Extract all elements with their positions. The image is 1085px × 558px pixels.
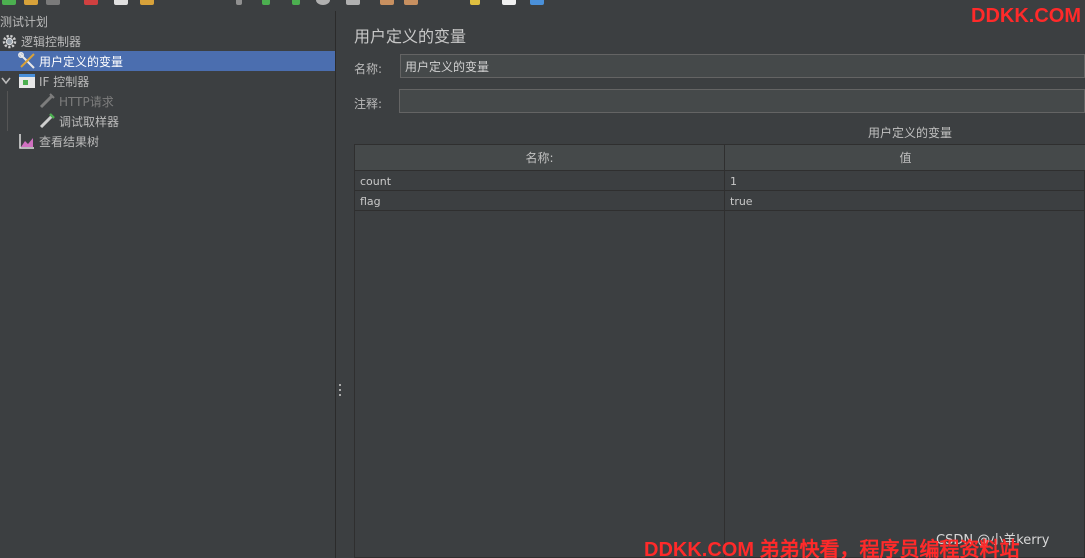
tree-item-debug-sampler[interactable]: 调试取样器	[0, 111, 335, 131]
gear-icon	[0, 32, 18, 50]
test-plan-tree: 测试计划 逻辑控制器 用户定义的变量 IF 控制器 HTTP请求 调试取样器 查…	[0, 11, 335, 558]
column-header-value[interactable]: 值	[725, 145, 1085, 170]
name-field[interactable]: 用户定义的变量	[400, 54, 1085, 78]
stop-icon[interactable]	[316, 0, 330, 5]
table-row[interactable]: flag true	[355, 191, 1085, 211]
shutdown-icon[interactable]	[346, 0, 360, 5]
element-config-panel: 用户定义的变量 名称: 用户定义的变量 注释: 用户定义的变量 名称: 值 co…	[344, 11, 1085, 558]
tree-item-label: 查看结果树	[39, 134, 100, 149]
table-header: 名称: 值	[355, 145, 1085, 171]
chart-icon	[18, 132, 36, 150]
variable-value-cell[interactable]: true	[730, 191, 753, 211]
start-no-pause-icon[interactable]	[292, 0, 300, 5]
help-icon[interactable]	[530, 0, 544, 5]
if-controller-icon	[18, 72, 36, 90]
tree-item-label: 调试取样器	[59, 114, 120, 129]
jmeter-window: 测试计划 逻辑控制器 用户定义的变量 IF 控制器 HTTP请求 调试取样器 查…	[0, 0, 1085, 558]
tree-item-user-defined-variables[interactable]: 用户定义的变量	[0, 51, 335, 71]
column-header-name[interactable]: 名称:	[355, 145, 724, 170]
tree-item-test-plan[interactable]: 测试计划	[0, 11, 335, 31]
tree-item-view-results-tree[interactable]: 查看结果树	[0, 131, 335, 151]
clear-all-icon[interactable]	[404, 0, 418, 5]
toggle-icon[interactable]	[236, 0, 242, 5]
page-title: 用户定义的变量	[354, 27, 467, 46]
function-icon[interactable]	[502, 0, 516, 5]
table-row[interactable]: count 1	[355, 171, 1085, 191]
clear-icon[interactable]	[380, 0, 394, 5]
pipette-icon	[38, 112, 56, 130]
chevron-down-icon[interactable]	[1, 74, 11, 88]
variable-value-cell[interactable]: 1	[730, 171, 737, 191]
variables-table: 名称: 值 count 1 flag true	[354, 144, 1085, 558]
wrench-icon	[18, 52, 36, 70]
comment-field[interactable]	[399, 89, 1085, 113]
name-label: 名称:	[354, 62, 383, 76]
tree-item-label: 测试计划	[0, 14, 49, 29]
watermark-top: DDKK.COM	[971, 5, 1081, 27]
tree-item-label: HTTP请求	[59, 94, 114, 109]
search-icon[interactable]	[470, 0, 480, 5]
cut-icon[interactable]	[84, 0, 98, 5]
tree-item-label: IF 控制器	[39, 74, 90, 89]
comment-label: 注释:	[354, 97, 383, 111]
variable-name-cell[interactable]: flag	[360, 191, 381, 211]
variable-name-cell[interactable]: count	[360, 171, 391, 191]
toolbar	[0, 0, 1085, 11]
paste-icon[interactable]	[140, 0, 154, 5]
tree-item-label: 用户定义的变量	[39, 54, 124, 69]
panel-splitter[interactable]	[335, 11, 344, 558]
splitter-grip-icon[interactable]	[339, 384, 342, 398]
tree-item-label: 逻辑控制器	[21, 34, 82, 49]
tree-item-if-controller[interactable]: IF 控制器	[0, 71, 335, 91]
save-icon[interactable]	[46, 0, 60, 5]
pipette-icon	[38, 92, 56, 110]
copy-icon[interactable]	[114, 0, 128, 5]
tree-item-logic-controller[interactable]: 逻辑控制器	[0, 31, 335, 51]
tree-item-http-request[interactable]: HTTP请求	[0, 91, 335, 111]
watermark-bottom: DDKK.COM 弟弟快看，程序员编程资料站	[644, 539, 1020, 558]
start-icon[interactable]	[262, 0, 270, 5]
open-icon[interactable]	[24, 0, 38, 5]
section-title: 用户定义的变量	[868, 126, 953, 140]
new-icon[interactable]	[2, 0, 16, 5]
